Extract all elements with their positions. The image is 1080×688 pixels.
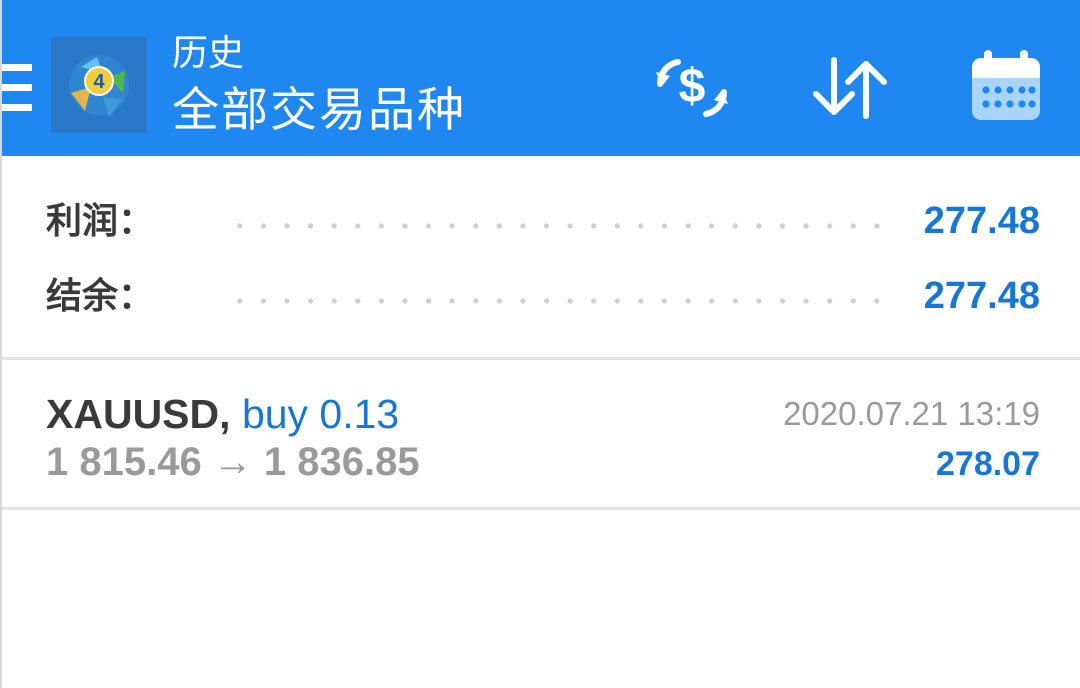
symbol-filter-title[interactable]: 全部交易品种 xyxy=(172,80,466,140)
dollar-exchange-icon: $ xyxy=(656,59,728,117)
divider xyxy=(2,357,1080,360)
metatrader4-logo: 4 xyxy=(51,37,147,133)
header-title-block: 历史 全部交易品种 xyxy=(172,30,466,140)
balance-value: 277.48 xyxy=(923,275,1040,317)
deal-time: 2020.07.21 13:19 xyxy=(783,395,1040,432)
sort-arrows-icon xyxy=(813,57,887,119)
period-button[interactable] xyxy=(964,46,1048,130)
deal-type: buy 0.13 xyxy=(241,391,400,437)
dotted-leader xyxy=(228,298,888,304)
deal-profit: 278.07 xyxy=(936,445,1040,483)
balance-label: 结余： xyxy=(46,275,155,316)
svg-text:4: 4 xyxy=(93,71,105,93)
balance-row: 结余： 277.48 xyxy=(46,271,1040,321)
dotted-leader xyxy=(228,223,888,229)
deal-header: XAUUSD, buy 0.13 xyxy=(46,389,399,439)
page-title: 历史 xyxy=(172,32,245,73)
deal-symbol: XAUUSD, xyxy=(46,391,231,437)
app-header: 4 历史 全部交易品种 $ xyxy=(2,0,1080,156)
divider xyxy=(2,507,1080,510)
profit-label: 利润： xyxy=(46,200,155,241)
deal-prices: 1 815.46 → 1 836.85 xyxy=(46,440,420,484)
profit-row: 利润： 277.48 xyxy=(46,196,1040,246)
svg-text:$: $ xyxy=(679,60,706,113)
history-screen: 4 历史 全部交易品种 $ 利润： 277.48 结余： 277.48 XAUU… xyxy=(0,0,1080,688)
hamburger-icon[interactable] xyxy=(2,64,34,112)
deal-row[interactable]: XAUUSD, buy 0.13 1 815.46 → 1 836.85 202… xyxy=(2,361,1080,508)
profit-value: 277.48 xyxy=(923,200,1040,242)
sort-button[interactable] xyxy=(808,46,892,130)
calendar-icon xyxy=(972,50,1040,120)
deposit-button[interactable]: $ xyxy=(650,46,734,130)
